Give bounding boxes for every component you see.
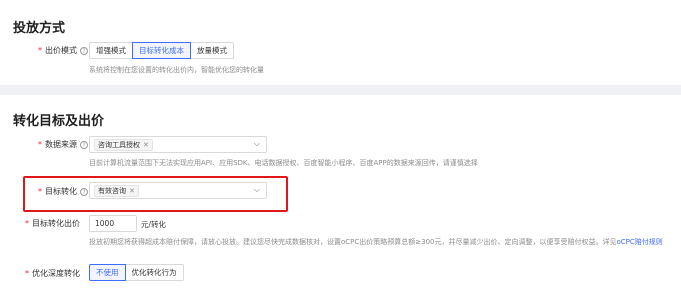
target-bid-hint-text: 投放初期您将获得超成本赔付保障，请放心投放。建议您尽快完成数据核对，设置oCPC… [89, 238, 617, 246]
data-source-label: * 数据来源 ? [38, 139, 88, 150]
target-bid-hint: 投放初期您将获得超成本赔付保障，请放心投放。建议您尽快完成数据核对，设置oCPC… [89, 237, 663, 247]
help-icon[interactable]: ? [80, 187, 88, 196]
chevron-down-icon[interactable]: ⌵ [254, 185, 260, 195]
required-asterisk: * [38, 140, 42, 149]
target-conversion-label-text: 目标转化 [45, 187, 77, 196]
bid-mode-option-target-cost[interactable]: 目标转化成本 [132, 42, 191, 59]
target-conversion-tag: 有效咨询 ✕ [94, 184, 139, 197]
target-bid-label: * 目标转化出价 [25, 218, 80, 229]
target-bid-label-text: 目标转化出价 [32, 219, 80, 228]
target-conversion-label: * 目标转化 ? [38, 186, 88, 197]
deep-conversion-segment: 不使用 优化转化行为 [89, 264, 184, 281]
chevron-down-icon[interactable]: ⌵ [254, 139, 260, 149]
target-bid-input[interactable]: 1000 [89, 215, 137, 232]
required-asterisk: * [38, 46, 42, 55]
delivery-method-card: 投放方式 * 出价模式 ? 增强模式 目标转化成本 放量模式 系统将控制在您设置… [0, 0, 681, 85]
data-source-tag: 咨询工具授权 ✕ [94, 138, 153, 151]
data-source-tag-label: 咨询工具授权 [98, 140, 140, 149]
bid-mode-segment: 增强模式 目标转化成本 放量模式 [89, 42, 234, 59]
bid-mode-hint: 系统将控制在您设置的转化出价内，智能优化您的转化量 [89, 66, 264, 74]
close-icon[interactable]: ✕ [129, 187, 135, 195]
help-icon[interactable]: ? [80, 46, 88, 55]
target-conversion-tag-label: 有效咨询 [98, 186, 126, 195]
help-icon[interactable]: ? [80, 140, 88, 149]
bid-mode-label-text: 出价模式 [45, 46, 77, 55]
data-source-select[interactable]: 咨询工具授权 ✕ ⌵ [89, 136, 267, 153]
section-title-delivery: 投放方式 [13, 21, 66, 36]
deep-conversion-label: * 优化深度转化 [25, 268, 80, 279]
close-icon[interactable]: ✕ [143, 141, 149, 149]
target-bid-unit: 元/转化 [141, 220, 167, 229]
section-title-conversion: 转化目标及出价 [13, 114, 105, 129]
required-asterisk: * [25, 269, 29, 278]
conversion-target-card: 转化目标及出价 * 数据来源 ? 咨询工具授权 ✕ ⌵ 目前计算机流量范围下无法… [0, 95, 681, 307]
target-conversion-select[interactable]: 有效咨询 ✕ ⌵ [89, 182, 267, 199]
deep-conversion-option-none[interactable]: 不使用 [89, 264, 126, 281]
deep-conversion-label-text: 优化深度转化 [32, 269, 80, 278]
bid-mode-option-volume[interactable]: 放量模式 [190, 42, 234, 59]
bid-mode-option-enhanced[interactable]: 增强模式 [89, 42, 133, 59]
data-source-hint: 目前计算机流量范围下无法实现应用API、应用SDK、电话数据授权、百度智能小程序… [89, 159, 478, 167]
deep-conversion-option-optimize[interactable]: 优化转化行为 [124, 264, 184, 281]
bid-mode-label: * 出价模式 ? [38, 45, 88, 56]
required-asterisk: * [25, 219, 29, 228]
compensation-rules-link[interactable]: oCPC赔付规则 [617, 238, 663, 246]
required-asterisk: * [38, 187, 42, 196]
data-source-label-text: 数据来源 [45, 140, 77, 149]
